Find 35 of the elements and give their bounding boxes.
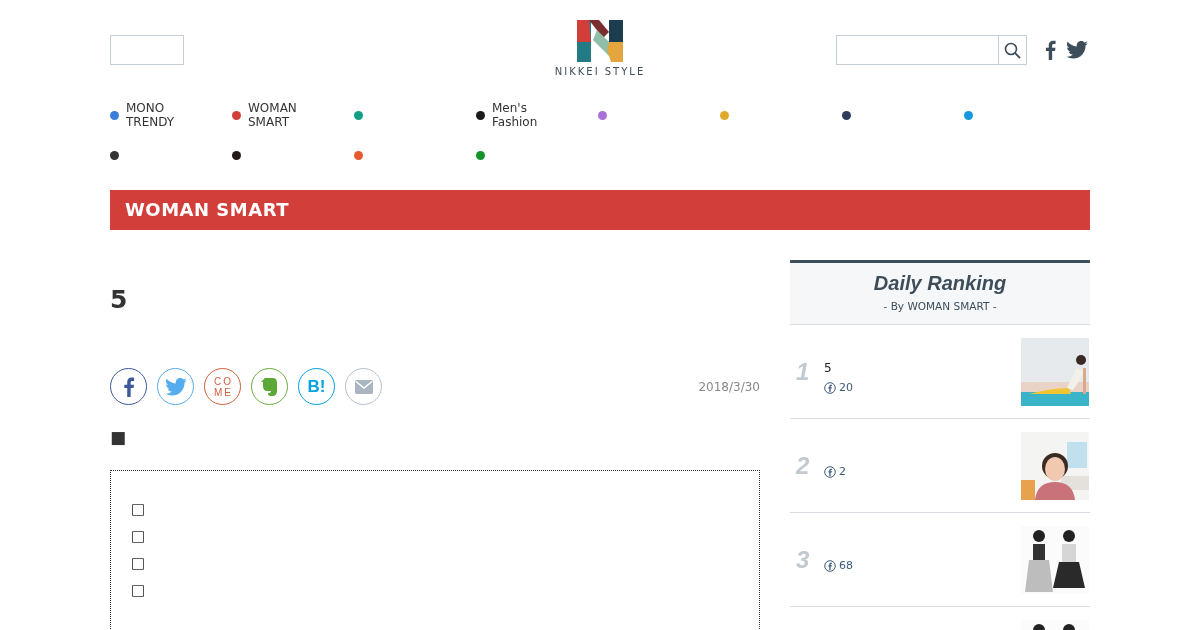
article-title: 5 bbox=[110, 284, 129, 316]
category-link[interactable]: Men's Fashion bbox=[492, 101, 572, 129]
come-share-button[interactable]: COME bbox=[204, 368, 241, 405]
ranking-item-title[interactable]: 5 bbox=[824, 361, 1021, 375]
ranking-title: Daily Ranking bbox=[873, 272, 1007, 295]
share-count: 20 bbox=[839, 381, 853, 394]
contents-item: □ bbox=[131, 526, 147, 547]
search-field[interactable] bbox=[836, 35, 1027, 65]
ranking-subtitle: - By WOMAN SMART - bbox=[883, 300, 997, 312]
facebook-icon bbox=[121, 376, 136, 397]
mail-icon bbox=[354, 379, 373, 394]
contents-item: □ bbox=[131, 580, 147, 601]
category-link[interactable]: MONO TRENDY bbox=[126, 101, 206, 129]
facebook-share-button[interactable] bbox=[110, 368, 147, 405]
contents-item: □ bbox=[131, 499, 147, 520]
lead-text: ■ bbox=[110, 427, 128, 447]
contents-item: □ bbox=[131, 553, 147, 574]
section-bar: WOMAN SMART bbox=[110, 190, 1090, 230]
search-icon bbox=[1004, 41, 1021, 59]
twitter-icon bbox=[164, 377, 187, 396]
evernote-share-button[interactable] bbox=[251, 368, 288, 405]
rank-number: 3 bbox=[796, 545, 811, 574]
category-link[interactable]: WOMAN SMART bbox=[248, 101, 328, 129]
facebook-icon bbox=[824, 465, 836, 478]
logo-wordmark: NIKKEI STYLE bbox=[554, 66, 646, 77]
article-date: 2018/3/30 bbox=[698, 379, 760, 394]
rank-number: 2 bbox=[796, 451, 811, 480]
rank-number: 1 bbox=[796, 357, 811, 386]
facebook-icon bbox=[824, 381, 836, 394]
share-count: 2 bbox=[839, 465, 846, 478]
logo-icon[interactable] bbox=[577, 20, 623, 62]
facebook-icon[interactable] bbox=[1045, 40, 1056, 60]
share-count: 68 bbox=[839, 559, 853, 572]
facebook-icon bbox=[824, 559, 836, 572]
twitter-icon[interactable] bbox=[1066, 41, 1088, 59]
